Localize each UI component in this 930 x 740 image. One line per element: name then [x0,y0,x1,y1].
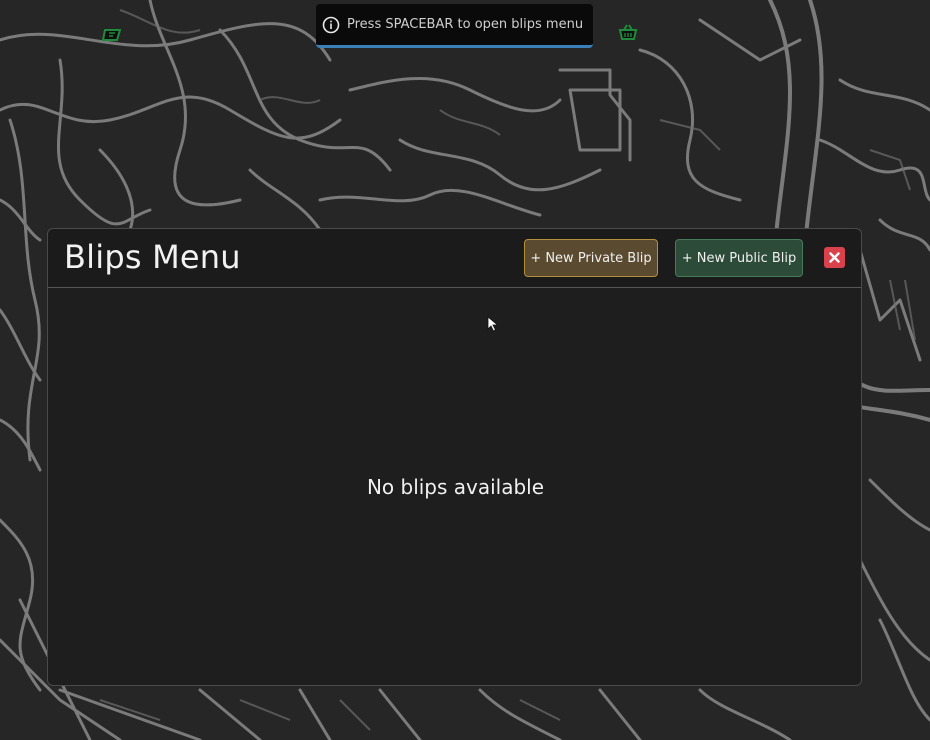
notification-toast: Press SPACEBAR to open blips menu [316,4,593,48]
map-marker-icon[interactable] [101,27,122,46]
mouse-cursor-icon [487,316,499,336]
basket-icon[interactable] [617,23,639,45]
empty-state-message: No blips available [366,475,545,499]
close-icon [829,252,840,263]
info-icon [322,16,340,34]
notification-text: Press SPACEBAR to open blips menu [347,17,584,32]
new-public-blip-button[interactable]: + New Public Blip [675,239,803,277]
close-button[interactable] [824,247,845,268]
panel-title: Blips Menu [64,238,241,276]
new-private-blip-button[interactable]: + New Private Blip [524,239,658,277]
blips-menu-header: Blips Menu + New Private Blip + New Publ… [48,229,861,288]
blips-menu-panel: Blips Menu + New Private Blip + New Publ… [47,228,862,686]
